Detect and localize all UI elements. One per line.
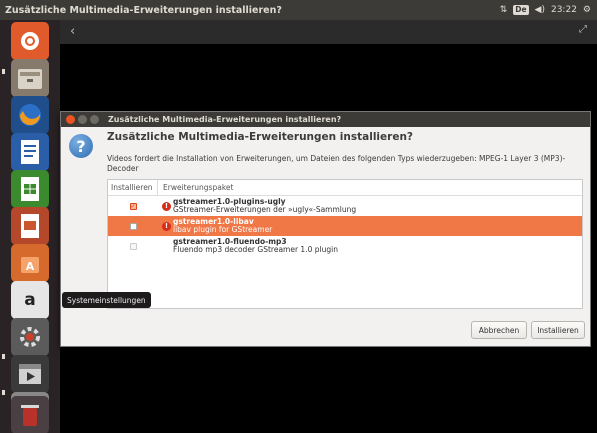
table-row[interactable]: ✓ ! gstreamer1.0-plugins-ugly GStreamer-… <box>108 196 582 216</box>
window-title: Zusätzliche Multimedia-Erweiterungen ins… <box>5 4 282 16</box>
install-button[interactable]: Installieren <box>531 321 585 339</box>
install-checkbox[interactable]: ✓ <box>129 202 137 210</box>
impress-icon[interactable] <box>11 207 49 245</box>
launcher-pip <box>2 390 5 395</box>
clock[interactable]: 23:22 <box>551 5 577 15</box>
column-package[interactable]: Erweiterungspaket <box>158 183 233 192</box>
table-row[interactable]: gstreamer1.0-fluendo-mp3 Fluendo mp3 dec… <box>108 236 582 256</box>
svg-text:a: a <box>24 290 35 310</box>
package-description: libav plugin for GStreamer <box>173 225 273 234</box>
table-header: Installieren Erweiterungspaket <box>108 180 582 196</box>
ubuntu-dash-icon[interactable] <box>11 22 49 60</box>
keyboard-layout-icon[interactable]: De <box>513 5 529 15</box>
amazon-icon[interactable]: a <box>11 281 49 319</box>
dialog-description: Videos fordert die Installation von Erwe… <box>107 154 566 173</box>
writer-icon[interactable] <box>11 133 49 171</box>
network-updown-icon[interactable]: ⇅ <box>500 5 508 15</box>
close-button[interactable] <box>66 115 75 124</box>
dialog-titlebar: Zusätzliche Multimedia-Erweiterungen ins… <box>61 112 590 127</box>
warning-icon: ! <box>162 221 171 231</box>
fullscreen-icon[interactable]: ⤢ <box>579 24 587 35</box>
launcher-tooltip: Systemeinstellungen <box>62 292 151 308</box>
trash-icon[interactable] <box>11 396 49 433</box>
launcher-pip <box>2 354 5 359</box>
files-icon[interactable] <box>11 59 49 97</box>
settings-gear-icon[interactable]: ⚙ <box>583 5 591 15</box>
calc-icon[interactable] <box>11 170 49 208</box>
volume-icon[interactable]: ◀) <box>535 5 545 15</box>
table-row[interactable]: ! gstreamer1.0-libav libav plugin for GS… <box>108 216 582 236</box>
system-settings-icon[interactable] <box>11 318 49 356</box>
launcher: A a ? <box>0 20 60 433</box>
dialog-title: Zusätzliche Multimedia-Erweiterungen ins… <box>108 115 342 124</box>
top-panel: Zusätzliche Multimedia-Erweiterungen ins… <box>0 0 597 20</box>
plugin-table: Installieren Erweiterungspaket ✓ ! gstre… <box>107 179 583 309</box>
package-description: Fluendo mp3 decoder GStreamer 1.0 plugin <box>173 245 338 254</box>
firefox-icon[interactable] <box>11 96 49 134</box>
dialog-heading: Zusätzliche Multimedia-Erweiterungen ins… <box>107 131 414 143</box>
minimize-button[interactable] <box>78 115 87 124</box>
cancel-button[interactable]: Abbrechen <box>471 321 527 339</box>
maximize-button[interactable] <box>90 115 99 124</box>
back-button[interactable]: ‹ <box>70 24 75 39</box>
launcher-pip <box>2 69 5 74</box>
package-description: GStreamer-Erweiterungen der »ugly«-Samml… <box>173 205 357 214</box>
player-header-bar: ‹ ⤢ <box>60 20 597 44</box>
column-install[interactable]: Installieren <box>108 180 158 195</box>
install-checkbox[interactable] <box>129 242 137 250</box>
install-checkbox[interactable] <box>129 222 137 230</box>
install-dialog: Zusätzliche Multimedia-Erweiterungen ins… <box>60 111 591 347</box>
indicator-area: ⇅ De ◀) 23:22 ⚙ <box>500 5 597 15</box>
warning-icon: ! <box>162 201 171 211</box>
question-icon: ? <box>69 134 93 158</box>
